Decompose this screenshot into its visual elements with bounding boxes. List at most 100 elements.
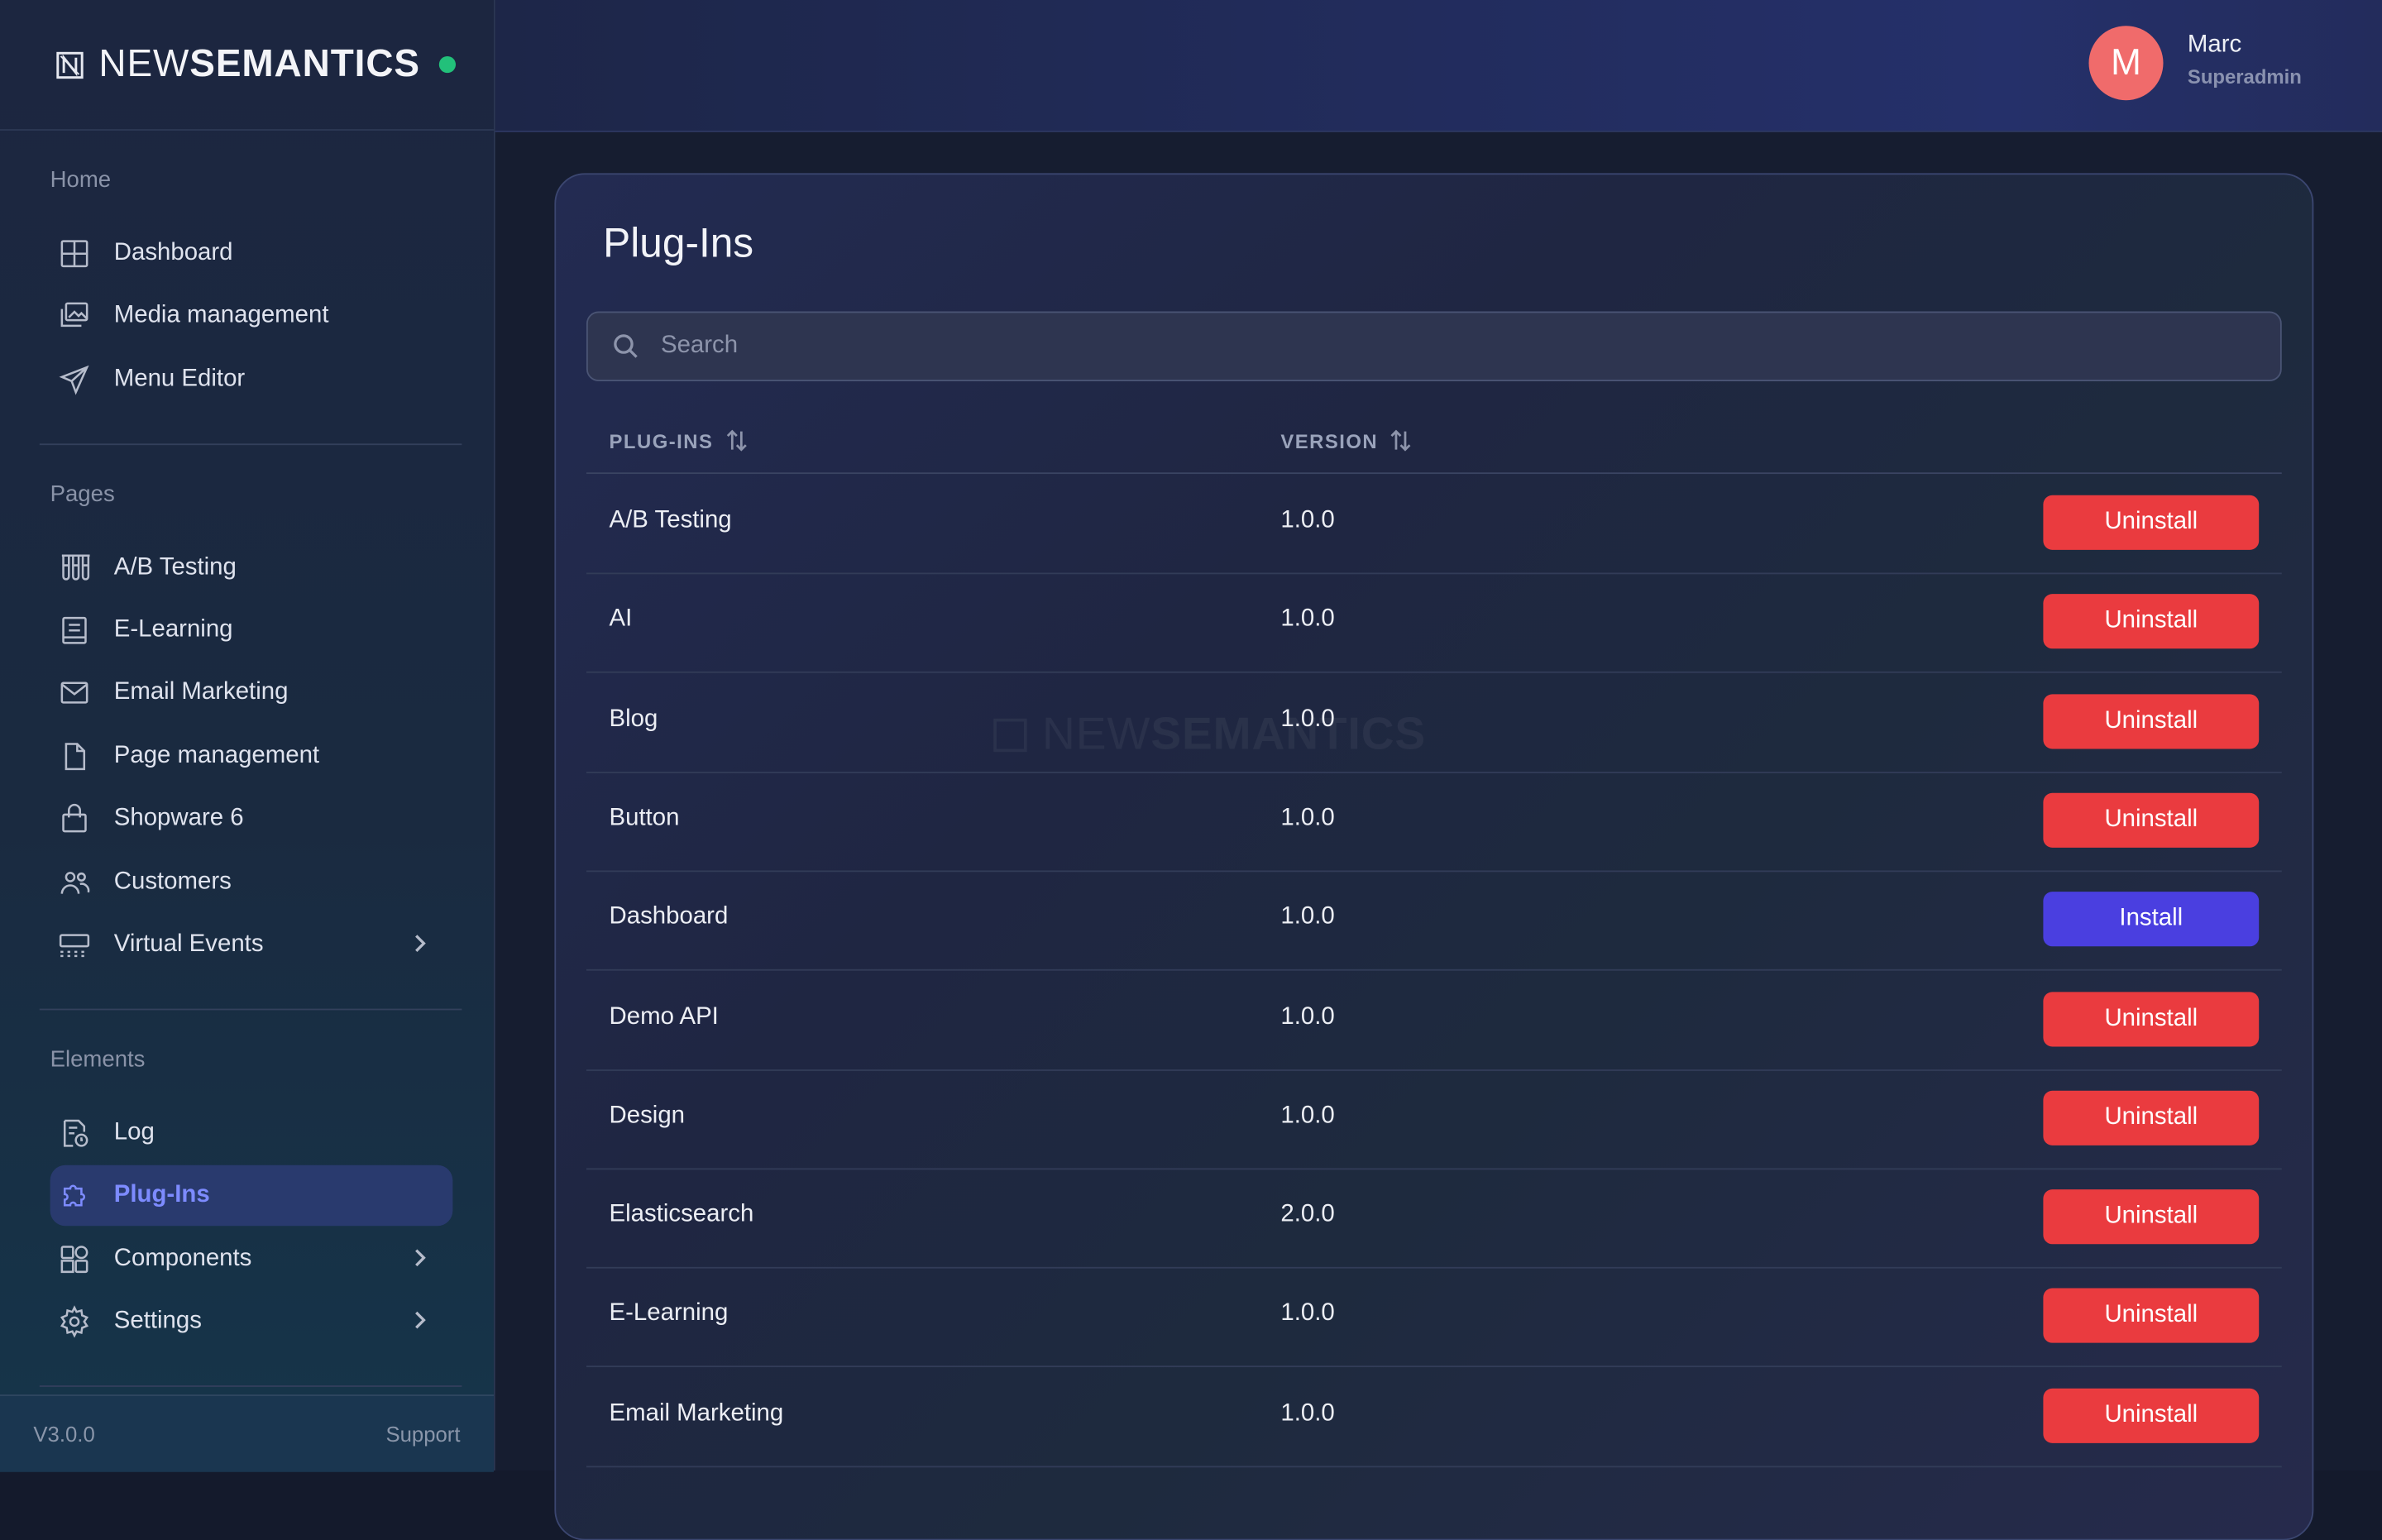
support-link[interactable]: Support (385, 1422, 460, 1446)
sidebar-item-menu-editor[interactable]: Menu Editor (50, 349, 453, 409)
plugin-version: 1.0.0 (1280, 1102, 1335, 1129)
uninstall-button[interactable]: Uninstall (2043, 1189, 2260, 1245)
images-icon (56, 298, 93, 334)
section-label-pages: Pages (50, 481, 115, 508)
test-tubes-icon (56, 550, 93, 586)
sidebar-item-settings[interactable]: Settings (50, 1291, 453, 1351)
plugin-name: Dashboard (609, 904, 729, 930)
sidebar-item-label: E-Learning (113, 616, 233, 643)
table-header: PLUG-INS VERSION (586, 403, 2282, 475)
chevron-right-icon (407, 1308, 431, 1332)
table-row: E-Learning 1.0.0 Uninstall (586, 1268, 2282, 1368)
plugin-name: E-Learning (609, 1300, 729, 1327)
user-role: Superadmin (2187, 65, 2302, 88)
sidebar-item-label: Virtual Events (113, 930, 264, 958)
avatar[interactable]: M (2088, 26, 2164, 101)
sidebar-item-label: Components (113, 1246, 252, 1272)
sidebar-item-a-b-testing[interactable]: A/B Testing (50, 538, 453, 598)
section-label-elements: Elements (50, 1046, 146, 1073)
plugin-version: 1.0.0 (1280, 1300, 1335, 1327)
plugin-version: 1.0.0 (1280, 904, 1335, 930)
plugin-name: A/B Testing (609, 507, 732, 533)
column-header-plugins[interactable]: PLUG-INS (610, 428, 747, 452)
user-name[interactable]: Marc (2188, 32, 2241, 60)
send-icon (56, 361, 93, 398)
uninstall-button[interactable]: Uninstall (2043, 1289, 2260, 1344)
sidebar-item-label: Log (113, 1119, 155, 1145)
sort-icon (725, 428, 747, 452)
sort-icon (1390, 428, 1412, 452)
file-icon (56, 739, 93, 775)
plugin-version: 1.0.0 (1280, 805, 1335, 831)
version-label: V3.0.0 (33, 1422, 95, 1447)
sidebar-item-label: Media management (113, 302, 329, 328)
topbar: M Marc Superadmin (495, 0, 2382, 132)
uninstall-button[interactable]: Uninstall (2043, 1090, 2260, 1145)
status-indicator (438, 55, 457, 74)
plugin-version: 1.0.0 (1280, 507, 1335, 533)
sidebar-item-label: Customers (113, 868, 232, 895)
uninstall-button[interactable]: Uninstall (2043, 495, 2260, 550)
plugin-version: 1.0.0 (1280, 705, 1335, 732)
uninstall-button[interactable]: Uninstall (2043, 991, 2260, 1046)
table-row: Dashboard 1.0.0 Install (586, 871, 2282, 972)
plugin-name: Blog (609, 705, 658, 732)
page-title: Plug-Ins (603, 220, 754, 266)
search-input[interactable] (658, 331, 2184, 362)
sidebar-divider (39, 1008, 462, 1011)
brand-wordmark: NEWSEMANTICS (98, 42, 420, 85)
sidebar-item-email-marketing[interactable]: Email Marketing (50, 662, 453, 723)
sidebar-item-plug-ins[interactable]: Plug-Ins (50, 1165, 453, 1227)
uninstall-button[interactable]: Uninstall (2043, 1388, 2260, 1443)
plugin-version: 2.0.0 (1280, 1202, 1335, 1228)
table-row: AI 1.0.0 Uninstall (586, 573, 2282, 674)
sidebar-item-shopware-6[interactable]: Shopware 6 (50, 788, 453, 849)
sidebar-footer: V3.0.0 Support (0, 1394, 494, 1472)
table-row: Elasticsearch 2.0.0 Uninstall (586, 1169, 2282, 1269)
chevron-right-icon (407, 931, 431, 955)
brand[interactable]: NEWSEMANTICS (0, 0, 494, 131)
components-icon (56, 1241, 93, 1278)
uninstall-button[interactable]: Uninstall (2043, 594, 2260, 649)
plugin-version: 1.0.0 (1280, 606, 1335, 633)
search-icon (612, 332, 639, 360)
plugin-version: 1.0.0 (1280, 1399, 1335, 1427)
sidebar-item-label: Email Marketing (113, 679, 289, 705)
table-row: A/B Testing 1.0.0 Uninstall (586, 474, 2282, 575)
sidebar-divider (39, 1385, 462, 1387)
sidebar-item-components[interactable]: Components (50, 1229, 453, 1289)
sidebar-divider (39, 443, 462, 446)
users-icon (56, 864, 93, 901)
column-header-version[interactable]: VERSION (1280, 428, 1411, 452)
install-button[interactable]: Install (2043, 892, 2260, 947)
chevron-right-icon (407, 1246, 431, 1270)
plugin-version: 1.0.0 (1280, 1003, 1335, 1030)
sidebar-item-label: Page management (113, 743, 320, 769)
plugin-name: Email Marketing (609, 1399, 784, 1427)
plugins-card: NEWSEMANTICS Plug-Ins PLUG-INS VERSION A… (554, 173, 2314, 1540)
sidebar-item-virtual-events[interactable]: Virtual Events (50, 915, 453, 975)
uninstall-button[interactable]: Uninstall (2043, 792, 2260, 848)
plugin-name: Elasticsearch (609, 1202, 754, 1228)
sidebar-item-e-learning[interactable]: E-Learning (50, 600, 453, 661)
plugin-name: Button (609, 805, 680, 831)
sidebar: NEWSEMANTICS Home Dashboard Media manageme… (0, 0, 495, 1472)
sidebar-item-dashboard[interactable]: Dashboard (50, 223, 453, 284)
sidebar-item-media-management[interactable]: Media management (50, 285, 453, 346)
brand-logo-icon (56, 50, 84, 79)
section-label-home: Home (50, 167, 112, 194)
sidebar-item-label: A/B Testing (113, 554, 237, 581)
plugin-name: Design (609, 1102, 686, 1129)
search-bar[interactable] (586, 311, 2282, 382)
uninstall-button[interactable]: Uninstall (2043, 693, 2260, 748)
table-row: Demo API 1.0.0 Uninstall (586, 970, 2282, 1070)
gear-icon (56, 1303, 93, 1340)
sidebar-item-page-management[interactable]: Page management (50, 726, 453, 787)
plugin-name: AI (609, 606, 633, 633)
table-row: Blog 1.0.0 Uninstall (586, 672, 2282, 773)
table-row: Email Marketing 1.0.0 Uninstall (586, 1366, 2282, 1467)
puzzle-icon (56, 1177, 93, 1213)
events-icon (56, 926, 93, 963)
sidebar-item-log[interactable]: Log (50, 1102, 453, 1163)
sidebar-item-customers[interactable]: Customers (50, 852, 453, 912)
